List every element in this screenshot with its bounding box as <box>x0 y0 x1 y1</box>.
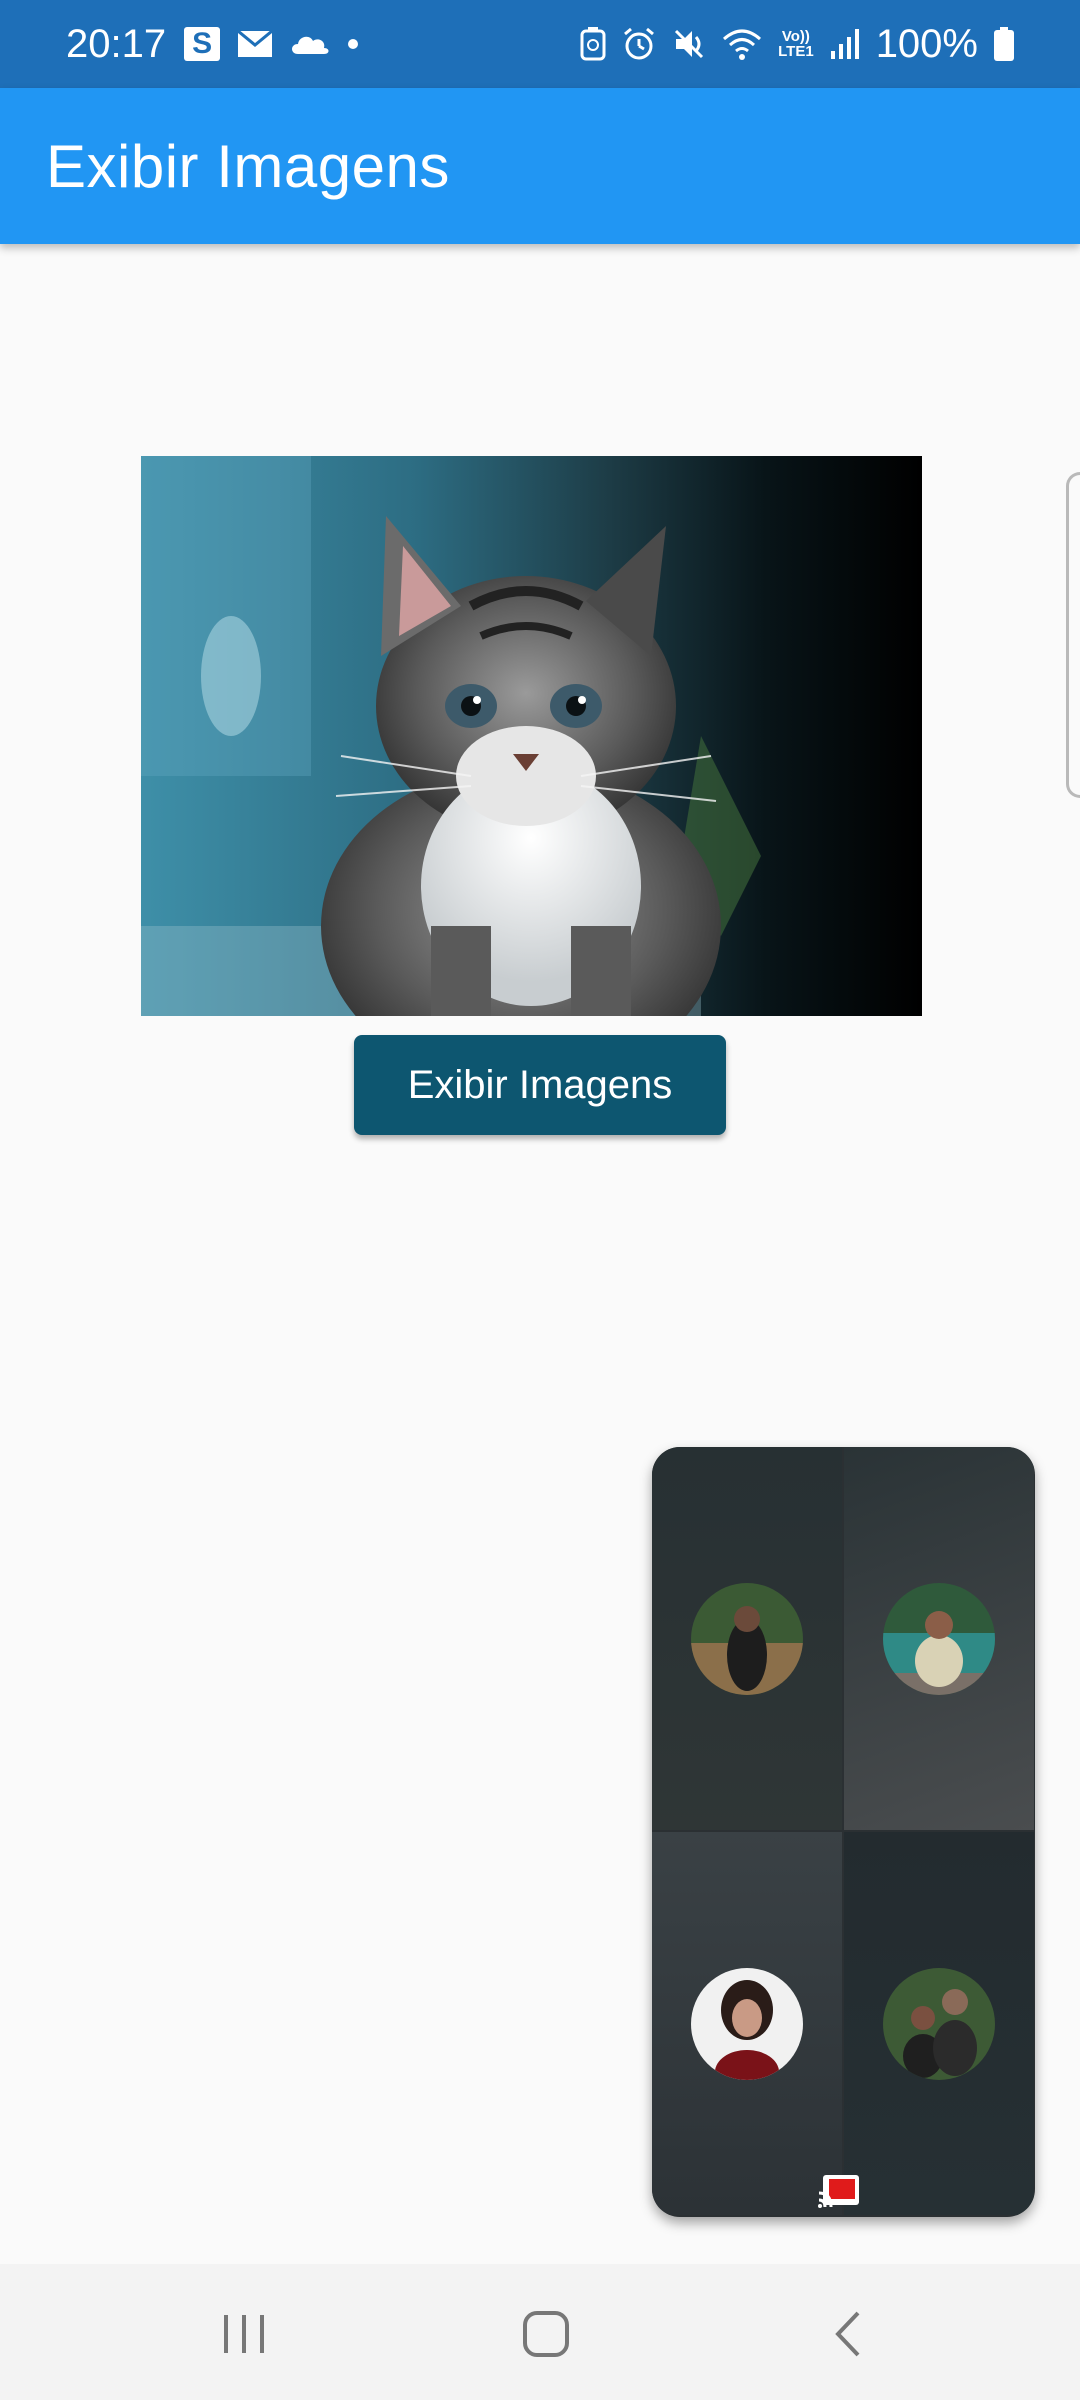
recents-icon[interactable] <box>214 2304 274 2364</box>
show-images-button[interactable]: Exibir Imagens <box>354 1035 726 1135</box>
mail-icon <box>238 31 273 57</box>
back-icon[interactable] <box>818 2304 878 2364</box>
cloud-icon <box>290 32 330 56</box>
edge-panel-handle[interactable] <box>1066 472 1080 798</box>
status-time: 20:17 <box>66 21 167 66</box>
participant-avatar <box>883 1967 995 2080</box>
kitten-photo <box>141 456 922 1016</box>
participant-tile-2[interactable] <box>844 1447 1034 1830</box>
status-bar: 20:17 S Vo)) LTE1 100% <box>0 0 1080 88</box>
participant-tile-1[interactable] <box>652 1447 842 1830</box>
wifi-icon <box>722 27 762 61</box>
app-bar: Exibir Imagens <box>0 88 1080 244</box>
signal-icon <box>830 29 860 59</box>
navigation-bar <box>0 2264 1080 2400</box>
volte-label-bottom: LTE1 <box>778 43 814 60</box>
battery-saver-icon <box>580 27 606 61</box>
volte-label-top: Vo)) <box>781 28 810 45</box>
dot-icon <box>348 39 359 49</box>
status-right: Vo)) LTE1 100% <box>580 22 1014 67</box>
battery-percent: 100% <box>875 21 978 66</box>
participant-tile-4[interactable] <box>844 1832 1034 2215</box>
participant-avatar <box>691 1967 803 2080</box>
participant-avatar <box>883 1582 995 1695</box>
screen-cast-icon[interactable] <box>817 2173 861 2209</box>
video-call-panel[interactable] <box>652 1447 1035 2217</box>
mute-icon <box>672 27 706 61</box>
alarm-icon <box>622 27 656 61</box>
status-left: 20:17 S <box>66 21 359 67</box>
app-title: Exibir Imagens <box>46 132 450 200</box>
participant-tile-3[interactable] <box>652 1832 842 2215</box>
volte-icon: Vo)) LTE1 <box>778 29 814 59</box>
home-icon[interactable] <box>516 2304 576 2364</box>
s-app-icon: S <box>184 27 221 61</box>
participant-avatar <box>691 1582 803 1695</box>
battery-icon <box>994 27 1014 61</box>
